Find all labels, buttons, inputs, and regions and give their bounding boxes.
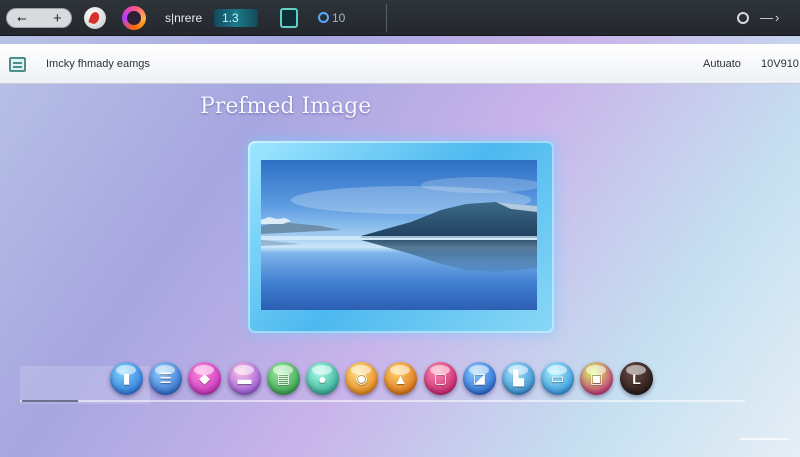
- image-frame[interactable]: [248, 141, 554, 333]
- dock-item-7-icon[interactable]: ◉: [345, 362, 378, 395]
- menu-arrow-icon[interactable]: —›: [760, 10, 781, 25]
- dock-item-14-glyph: L: [632, 370, 641, 387]
- dock-item-4-glyph: ▬: [237, 370, 252, 387]
- dock-item-12-glyph: ▭: [550, 370, 565, 386]
- dock-item-10-icon[interactable]: ◪: [463, 362, 496, 395]
- dock-item-12-icon[interactable]: ▭: [541, 362, 574, 395]
- dock-item-14-icon[interactable]: L: [620, 362, 653, 395]
- app-dock: ▮ ☰ ◆ ▬ ▤ ● ◉ ▲ ▢ ◪ ▙ ▭ ▣ L: [110, 362, 655, 396]
- dock-item-3-glyph: ◆: [199, 370, 210, 386]
- dock-item-1-icon[interactable]: ▮: [110, 362, 143, 395]
- status-dot-icon: [318, 12, 329, 23]
- document-icon[interactable]: [9, 57, 26, 72]
- dock-item-10-glyph: ◪: [472, 370, 487, 386]
- lake-landscape-image: [261, 160, 537, 310]
- navigation-buttons: ⭠ +: [6, 8, 72, 28]
- size-label: 10V910: [761, 58, 799, 70]
- toolbar-divider: [386, 4, 387, 32]
- dock-item-3-icon[interactable]: ◆: [188, 362, 221, 395]
- back-button[interactable]: ⭠: [17, 9, 27, 28]
- page-title: Prefmed Image: [200, 94, 372, 119]
- dock-item-4-icon[interactable]: ▬: [228, 362, 261, 395]
- dock-item-9-glyph: ▢: [433, 370, 448, 386]
- document-title: Imcky fhmady eamgs: [46, 58, 150, 70]
- dock-item-5-icon[interactable]: ▤: [267, 362, 300, 395]
- dock-item-7-glyph: ◉: [355, 370, 368, 386]
- mode-label[interactable]: Autuato: [703, 58, 741, 70]
- corner-divider: [740, 438, 788, 440]
- dock-item-1-glyph: ▮: [122, 370, 131, 386]
- dock-item-6-icon[interactable]: ●: [306, 362, 339, 395]
- search-label[interactable]: s|nrere: [165, 11, 202, 25]
- record-circle-icon[interactable]: [737, 12, 749, 24]
- tablet-app-icon[interactable]: [280, 8, 298, 28]
- dock-item-11-glyph: ▙: [513, 370, 524, 386]
- top-toolbar: ⭠ + s|nrere 1.3 10 —›: [0, 0, 800, 36]
- app-launcher-icon[interactable]: [84, 7, 106, 29]
- dock-item-2-icon[interactable]: ☰: [149, 362, 182, 395]
- dock-item-13-glyph: ▣: [589, 370, 604, 386]
- dock-item-8-glyph: ▲: [393, 370, 408, 387]
- toolbar-number: 10: [332, 11, 346, 25]
- dock-item-13-icon[interactable]: ▣: [580, 362, 613, 395]
- dock-item-6-glyph: ●: [318, 370, 327, 387]
- dock-baseline: [20, 400, 745, 402]
- dock-progress: [22, 400, 78, 402]
- dock-item-9-icon[interactable]: ▢: [424, 362, 457, 395]
- landscape-illustration: [261, 177, 537, 272]
- dock-item-2-glyph: ☰: [159, 370, 172, 386]
- counter-badge: 1.3: [214, 9, 258, 27]
- info-bar: Imcky fhmady eamgs Autuato 10V910: [0, 44, 800, 84]
- dock-item-8-icon[interactable]: ▲: [384, 362, 417, 395]
- color-ring-app-icon[interactable]: [122, 6, 146, 30]
- new-tab-button[interactable]: +: [53, 9, 62, 28]
- dock-item-11-icon[interactable]: ▙: [502, 362, 535, 395]
- dock-item-5-glyph: ▤: [276, 370, 291, 386]
